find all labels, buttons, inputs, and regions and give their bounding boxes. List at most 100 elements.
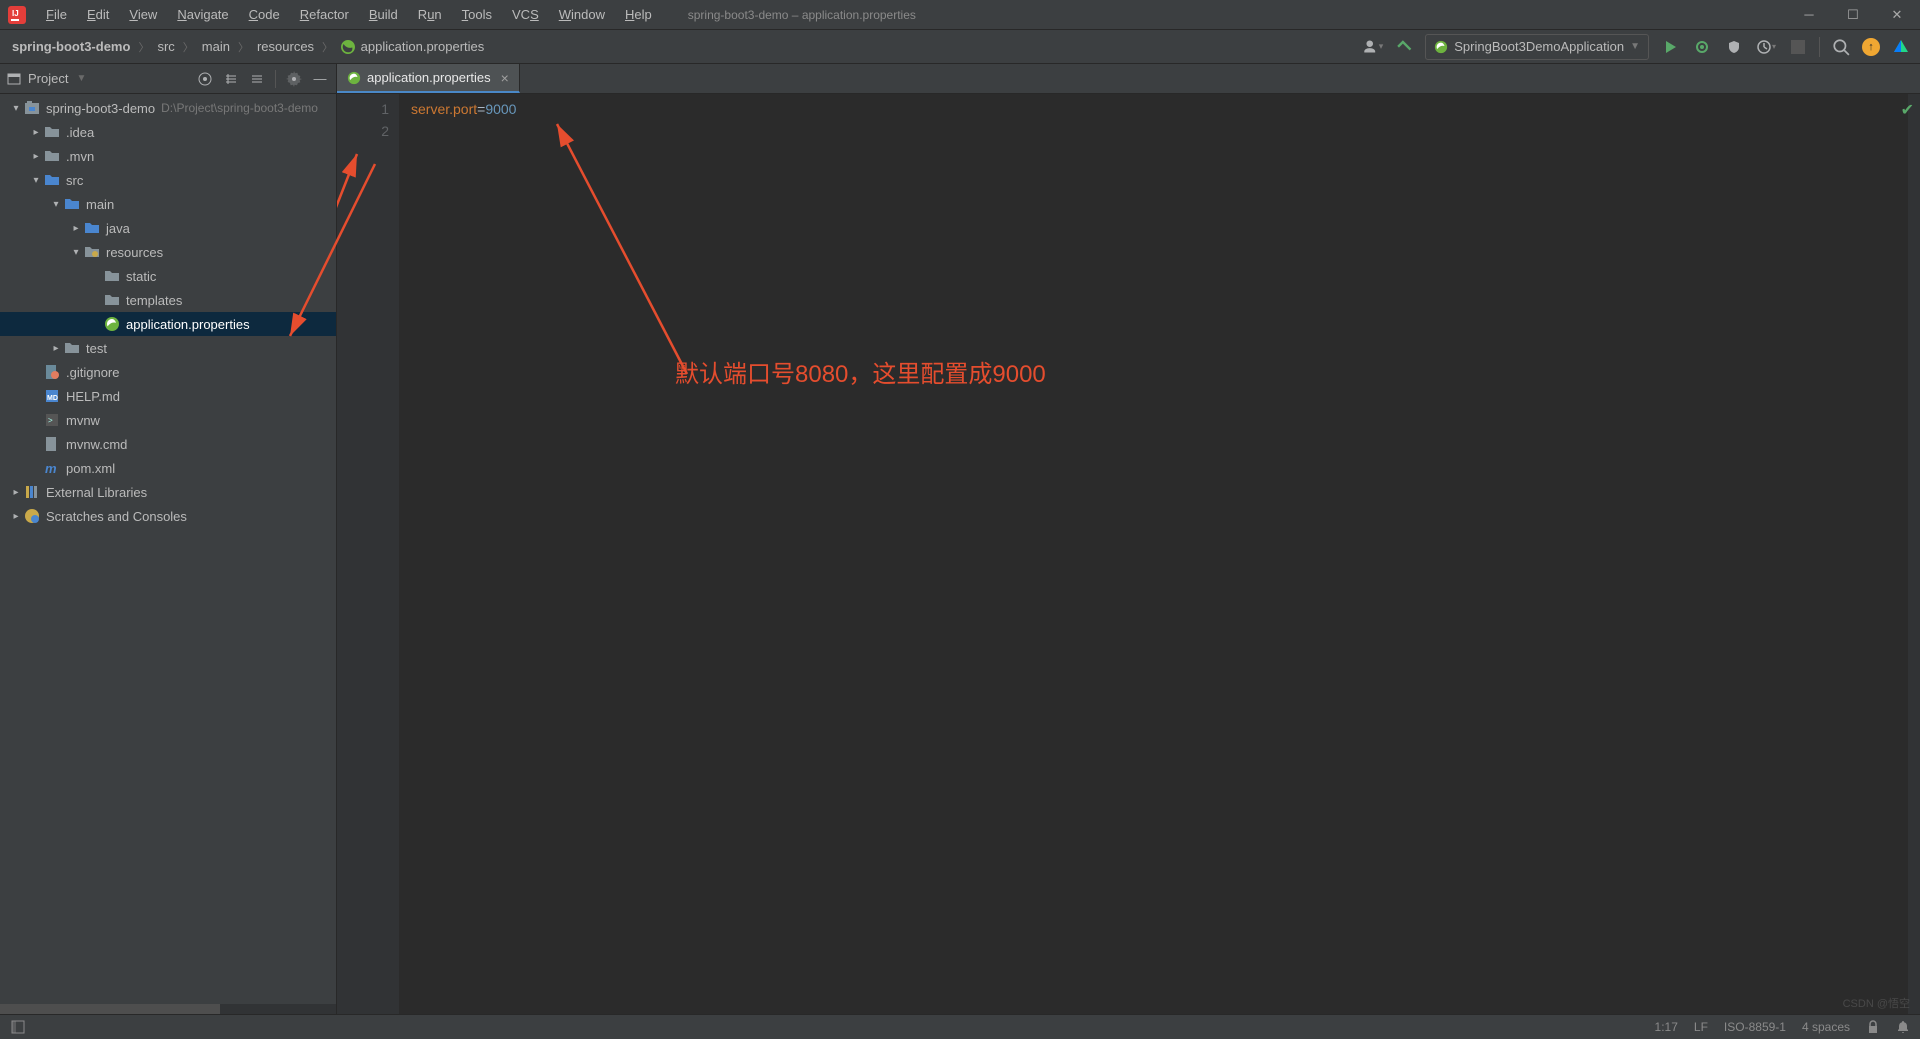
close-button[interactable]: ✕ [1890,8,1904,22]
annotation-text: 默认端口号8080，这里配置成9000 [675,354,1046,389]
tree-label: main [86,197,114,212]
jetbrains-toolbox-icon[interactable] [1890,36,1912,58]
tree-item-static[interactable]: static [0,264,336,288]
crumb-src[interactable]: src [153,37,178,56]
tree-item-pom-xml[interactable]: m pom.xml [0,456,336,480]
menu-file[interactable]: FFileile [38,4,75,25]
tree-item--mvn[interactable]: ▸ .mvn [0,144,336,168]
crumb-main[interactable]: main [198,37,234,56]
crumb-resources[interactable]: resources [253,37,318,56]
menu-tools[interactable]: Tools [454,4,500,25]
inspection-ok-icon[interactable]: ✔ [1901,100,1914,120]
tree-item-src[interactable]: ▾ src [0,168,336,192]
menu-view[interactable]: View [121,4,165,25]
menu-run[interactable]: Run [410,4,450,25]
user-icon[interactable]: ▾ [1361,36,1383,58]
file-icon [64,340,80,356]
tool-window-icon[interactable] [10,1019,26,1035]
project-view-dropdown-icon[interactable]: ▼ [76,73,86,84]
svg-text:m: m [45,461,57,476]
maximize-button[interactable]: ☐ [1846,8,1860,22]
tree-label: .idea [66,125,94,140]
window-controls: ─ ☐ ✕ [1802,8,1912,22]
update-available-icon[interactable]: ↑ [1862,38,1880,56]
tree-item-test[interactable]: ▸ test [0,336,336,360]
build-icon[interactable] [1393,36,1415,58]
menu-window[interactable]: Window [551,4,613,25]
tree-item-scratches-and-consoles[interactable]: ▸ Scratches and Consoles [0,504,336,528]
project-header: Project ▼ — [0,64,336,94]
horizontal-scrollbar[interactable] [0,1004,336,1014]
project-tree[interactable]: ▾ spring-boot3-demoD:\Project\spring-boo… [0,94,336,1004]
file-encoding[interactable]: ISO-8859-1 [1724,1020,1786,1034]
caret-position[interactable]: 1:17 [1655,1020,1678,1034]
tree-item-external-libraries[interactable]: ▸ External Libraries [0,480,336,504]
run-button[interactable] [1659,36,1681,58]
file-icon [44,124,60,140]
tree-item-spring-boot3-demo[interactable]: ▾ spring-boot3-demoD:\Project\spring-boo… [0,96,336,120]
tree-arrow-icon[interactable]: ▸ [8,487,24,498]
tree-item-main[interactable]: ▾ main [0,192,336,216]
tree-item-java[interactable]: ▸ java [0,216,336,240]
tab-close-icon[interactable]: × [501,70,509,86]
tree-arrow-icon[interactable]: ▾ [48,199,64,210]
file-icon [104,292,120,308]
stop-button[interactable] [1787,36,1809,58]
indent-setting[interactable]: 4 spaces [1802,1020,1850,1034]
crumb-project[interactable]: spring-boot3-demo [8,37,134,56]
tree-arrow-icon[interactable]: ▾ [68,247,84,258]
menu-refactor[interactable]: Refactor [292,4,357,25]
coverage-button[interactable] [1723,36,1745,58]
tree-item-mvnw-cmd[interactable]: mvnw.cmd [0,432,336,456]
notifications-icon[interactable] [1896,1020,1910,1034]
window-title: spring-boot3-demo – application.properti… [688,8,916,22]
tree-item-help-md[interactable]: MD HELP.md [0,384,336,408]
spring-icon [347,71,361,85]
file-icon [64,196,80,212]
collapse-all-button[interactable] [247,69,267,89]
settings-button[interactable] [284,69,304,89]
tree-arrow-icon[interactable]: ▾ [8,103,24,114]
run-configuration-dropdown[interactable]: SpringBoot3DemoApplication ▼ [1425,34,1649,60]
project-icon [6,71,22,87]
tree-arrow-icon[interactable]: ▸ [28,127,44,138]
tree-arrow-icon[interactable]: ▾ [28,175,44,186]
menu-help[interactable]: Help [617,4,660,25]
select-opened-file-button[interactable] [195,69,215,89]
debug-button[interactable] [1691,36,1713,58]
line-separator[interactable]: LF [1694,1020,1708,1034]
profile-button[interactable]: ▾ [1755,36,1777,58]
tree-arrow-icon[interactable]: ▸ [28,151,44,162]
menu-edit[interactable]: Edit [79,4,117,25]
expand-all-button[interactable] [221,69,241,89]
menu-code[interactable]: Code [241,4,288,25]
tree-item--idea[interactable]: ▸ .idea [0,120,336,144]
tree-label: .mvn [66,149,94,164]
tree-item-resources[interactable]: ▾ resources [0,240,336,264]
menu-vcs[interactable]: VCS [504,4,547,25]
tree-label: HELP.md [66,389,120,404]
chevron-icon: 〉 [183,39,194,55]
editor-area: application.properties × 12 server.port=… [337,64,1920,1014]
code-content[interactable]: server.port=9000 [399,94,1908,1014]
crumb-file[interactable]: application.properties [337,37,488,57]
right-gutter [1908,94,1920,1014]
menu-navigate[interactable]: Navigate [169,4,236,25]
tree-label: application.properties [126,317,250,332]
tree-arrow-icon[interactable]: ▸ [8,511,24,522]
tree-arrow-icon[interactable]: ▸ [68,223,84,234]
code-editor[interactable]: 12 server.port=9000 ✔ [337,94,1920,1014]
minimize-button[interactable]: ─ [1802,8,1816,22]
tab-application-properties[interactable]: application.properties × [337,64,520,93]
file-icon [24,508,40,524]
hide-button[interactable]: — [310,69,330,89]
readonly-lock-icon[interactable] [1866,1020,1880,1034]
tree-item-templates[interactable]: templates [0,288,336,312]
tree-item--gitignore[interactable]: .gitignore [0,360,336,384]
tree-item-application-properties[interactable]: application.properties [0,312,336,336]
search-button[interactable] [1830,36,1852,58]
tree-arrow-icon[interactable]: ▸ [48,343,64,354]
tree-item-mvnw[interactable]: > mvnw [0,408,336,432]
project-label[interactable]: Project [28,71,68,86]
menu-build[interactable]: Build [361,4,406,25]
